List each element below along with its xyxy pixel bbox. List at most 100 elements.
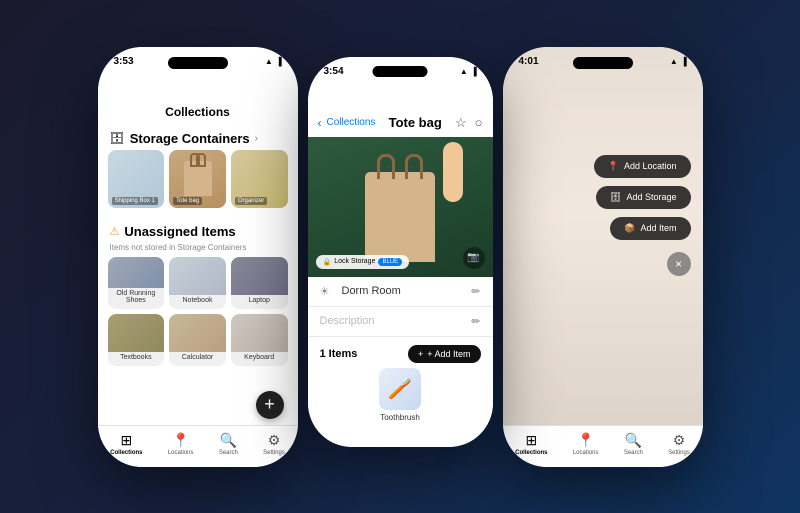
add-item-right-label: Add Item [640,223,676,233]
storage-section-header: 🗄 Storage Containers › [98,125,298,150]
add-storage-icon: 🗄 [610,192,621,203]
items-count-label: 1 Items [320,348,358,360]
storage-section-title[interactable]: Storage Containers [130,131,250,146]
storage-card-0[interactable]: Shipping Box 1 [108,150,165,208]
storage-cards-grid: Shipping Box 1 Tote bag Organizer [98,150,298,208]
add-storage-label: Add Storage [626,192,676,202]
back-label[interactable]: Collections [327,117,376,128]
room-field[interactable]: ☀ Dorm Room ✏ [308,277,493,307]
add-item-button[interactable]: + + Add Item [408,345,481,363]
storage-card-label-1: Tote bag [173,197,202,205]
collections-header: Collections [98,75,298,125]
tote-bag-shape [365,172,435,262]
battery-icon-middle: ▐ [471,67,477,76]
right-phone: 4:01 ▲ ▐ 📍 Add Location 🗄 Add Storage 📦 [503,47,703,467]
nav-collections-icon: ⊞ [120,432,132,449]
nav-locations-right-icon: 📍 [577,432,594,449]
nav-search[interactable]: 🔍 Search [219,432,238,456]
item-label-laptop: Laptop [246,295,271,304]
item-label-keyboard: Keyboard [242,352,276,361]
hand-shape [443,142,463,202]
star-action-icon[interactable]: ☆ [455,115,467,131]
nav-search-label: Search [219,450,238,456]
nav-search-right[interactable]: 🔍 Search [624,432,643,456]
close-button[interactable]: × [667,252,691,276]
lock-label: Lock Storage [334,258,375,265]
storage-card-label-0: Shipping Box 1 [112,197,158,205]
nav-settings[interactable]: ⚙ Settings [263,432,285,456]
nav-locations-right[interactable]: 📍 Locations [573,432,599,456]
item-card-keyboard[interactable]: Keyboard [231,314,288,366]
add-item-plus-icon: + [418,349,423,359]
more-action-icon[interactable]: ○ [475,115,483,130]
nav-search-right-label: Search [624,450,643,456]
nav-collections-right[interactable]: ⊞ Collections [515,432,547,456]
nav-settings-right-label: Settings [668,450,690,456]
room-value: Dorm Room [342,285,464,297]
nav-collections[interactable]: ⊞ Collections [110,432,142,456]
status-icons-middle: ▲ ▐ [460,67,477,76]
tote-image-area: 🔒 Lock Storage BLUE 📷 [308,137,493,277]
left-phone: 3:53 ▲ ▐ Collections 🗄 Storage Container… [98,47,298,467]
detail-actions: ☆ ○ [455,115,483,131]
item-card-laptop[interactable]: Laptop [231,257,288,309]
item-img-notebook [169,257,226,295]
add-storage-button[interactable]: 🗄 Add Storage [596,186,690,209]
item-card-calc[interactable]: Calculator [169,314,226,366]
storage-chevron-icon[interactable]: › [255,133,258,144]
description-edit-icon[interactable]: ✏ [471,315,480,328]
battery-icon: ▐ [276,57,282,66]
items-grid: Old Running Shoes Notebook Laptop Textbo… [98,257,298,366]
storage-card-1[interactable]: Tote bag [169,150,226,208]
toothbrush-item[interactable]: 🪥 Toothbrush [308,368,493,422]
unassigned-section-title[interactable]: Unassigned Items [124,224,235,239]
fab-button[interactable]: + [256,391,284,419]
item-label-textbooks: Textbooks [118,352,154,361]
wifi-icon: ▲ [265,57,273,66]
add-location-label: Add Location [624,161,677,171]
nav-locations-label: Locations [168,450,194,456]
nav-collections-label: Collections [110,450,142,456]
add-item-right-button[interactable]: 📦 Add Item [610,217,690,240]
nav-settings-right[interactable]: ⚙ Settings [668,432,690,456]
dynamic-island-middle [373,66,428,77]
battery-icon-right: ▐ [681,57,687,66]
item-img-shoes [108,257,165,288]
bottom-nav-left: ⊞ Collections 📍 Locations 🔍 Search ⚙ Set… [98,425,298,467]
status-icons-right: ▲ ▐ [670,57,687,66]
dynamic-island-right [573,57,633,69]
item-img-keyboard [231,314,288,352]
item-card-notebook[interactable]: Notebook [169,257,226,309]
tote-shape [184,161,212,196]
unassigned-subtitle: Items not stored in Storage Containers [98,243,298,257]
room-edit-icon[interactable]: ✏ [471,285,480,298]
camera-badge[interactable]: 📷 [463,247,485,269]
lock-badge[interactable]: 🔒 Lock Storage BLUE [316,255,410,269]
middle-phone: 3:54 ▲ ▐ ‹ Collections Tote bag ☆ ○ [308,57,493,447]
bottom-nav-right: ⊞ Collections 📍 Locations 🔍 Search ⚙ Set… [503,425,703,467]
time-right: 4:01 [519,56,539,67]
description-field[interactable]: Description ✏ [308,307,493,337]
item-card-shoes[interactable]: Old Running Shoes [108,257,165,309]
nav-locations-right-label: Locations [573,450,599,456]
add-location-button[interactable]: 📍 Add Location [594,155,691,178]
item-card-textbooks[interactable]: Textbooks [108,314,165,366]
nav-locations-icon: 📍 [172,432,189,449]
detail-title: Tote bag [380,115,450,130]
detail-header: ‹ Collections Tote bag ☆ ○ [308,85,493,137]
back-arrow-icon[interactable]: ‹ [318,116,322,130]
lock-badge-color: BLUE [378,258,402,266]
storage-card-2[interactable]: Organizer [231,150,288,208]
item-img-textbooks [108,314,165,352]
time-middle: 3:54 [324,66,344,77]
nav-search-right-icon: 🔍 [625,432,642,449]
dynamic-island-left [168,57,228,69]
status-icons-left: ▲ ▐ [265,57,282,66]
toothbrush-image: 🪥 [379,368,421,410]
item-label-shoes: Old Running Shoes [108,288,165,304]
description-placeholder: Description [320,315,464,327]
add-item-label: + Add Item [427,349,470,359]
nav-locations[interactable]: 📍 Locations [168,432,194,456]
wifi-icon-middle: ▲ [460,67,468,76]
nav-settings-label: Settings [263,450,285,456]
